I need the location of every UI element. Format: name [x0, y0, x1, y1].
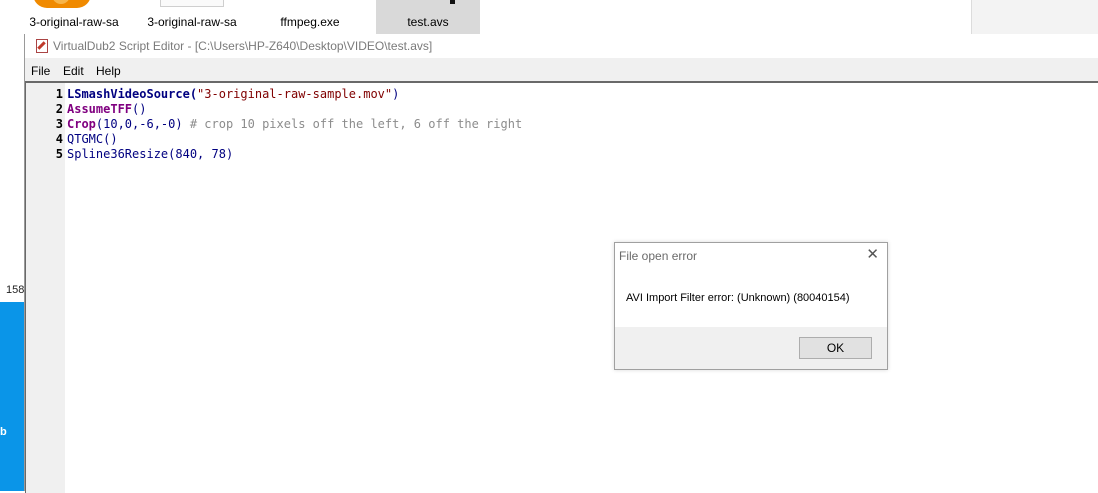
menu-edit[interactable]: Edit [63, 64, 84, 78]
code-text: QTGMC() [67, 132, 118, 147]
file-open-error-dialog: File open error ✕ AVI Import Filter erro… [614, 242, 888, 370]
line-number: 2 [55, 102, 63, 116]
code-line: 2 AssumeTFF() [26, 102, 1026, 117]
script-text-area[interactable]: 1 LSmashVideoSource("3-original-raw-sampl… [25, 81, 1098, 493]
code-token: "3-original-raw-sample.mov" [197, 87, 393, 101]
script-file-icon [450, 0, 455, 4]
code-token: QTGMC() [67, 132, 118, 146]
code-token: # crop 10 pixels off the left, 6 off the… [182, 117, 523, 131]
desktop-file-icon-2[interactable]: 3-original-raw-sa [140, 0, 244, 34]
code-line: 5 Spline36Resize(840, 78) [26, 147, 1026, 162]
desktop-file-icon-ffmpeg[interactable]: ffmpeg.exe [262, 0, 358, 34]
close-icon[interactable]: ✕ [866, 247, 879, 263]
line-number: 1 [55, 87, 63, 101]
code-text: Crop(10,0,-6,-0) # crop 10 pixels off th… [67, 117, 522, 132]
code-token: Spline36Resize(840, 78) [67, 147, 234, 161]
background-blue-panel [0, 302, 24, 491]
window-titlebar[interactable]: VirtualDub2 Script Editor - [C:\Users\HP… [25, 34, 1098, 58]
code-token: (10,0,-6,-0) [95, 117, 183, 131]
desktop-strip: 3-original-raw-sa 3-original-raw-sa ffmp… [0, 0, 1098, 34]
menu-file[interactable]: File [31, 64, 50, 78]
ok-button[interactable]: OK [799, 337, 872, 359]
code-line: 4 QTGMC() [26, 132, 1026, 147]
code-token: LSmashVideoSource( [67, 87, 198, 101]
dialog-message: AVI Import Filter error: (Unknown) (8004… [626, 292, 850, 304]
code-token: ) [392, 87, 400, 101]
background-letter: b [0, 426, 7, 438]
script-editor-icon [35, 39, 48, 53]
code-text: LSmashVideoSource("3-original-raw-sample… [67, 87, 399, 102]
code-token: Crop [67, 117, 96, 131]
background-window-panel [971, 0, 1098, 34]
window-title: VirtualDub2 Script Editor - [C:\Users\HP… [53, 39, 433, 53]
desktop-file-label: 3-original-raw-sa [29, 15, 119, 29]
code-text: AssumeTFF() [67, 102, 146, 117]
line-number: 5 [55, 147, 63, 161]
desktop-file-icon-1[interactable]: 3-original-raw-sa [20, 0, 128, 34]
code-token: () [132, 102, 147, 116]
code-text: Spline36Resize(840, 78) [67, 147, 233, 162]
line-number: 4 [55, 132, 63, 146]
menu-help[interactable]: Help [96, 64, 121, 78]
desktop-file-icon-test-avs[interactable]: test.avs [376, 0, 480, 34]
code-line: 3 Crop(10,0,-6,-0) # crop 10 pixels off t… [26, 117, 1026, 132]
desktop-file-label: test.avs [407, 15, 449, 29]
desktop-file-label: 3-original-raw-sa [147, 15, 237, 29]
code-token: AssumeTFF [67, 102, 133, 116]
code-line: 1 LSmashVideoSource("3-original-raw-sampl… [26, 87, 1026, 102]
script-editor-window: VirtualDub2 Script Editor - [C:\Users\HP… [24, 34, 1098, 493]
menu-bar: File Edit Help [25, 60, 1098, 80]
desktop-file-label: ffmpeg.exe [280, 15, 340, 29]
line-number: 3 [55, 117, 63, 131]
document-file-icon [160, 0, 224, 7]
background-number: 158 [6, 284, 25, 296]
dialog-title: File open error [619, 249, 698, 263]
dialog-footer: OK [615, 327, 887, 369]
background-window-edge [0, 34, 24, 302]
